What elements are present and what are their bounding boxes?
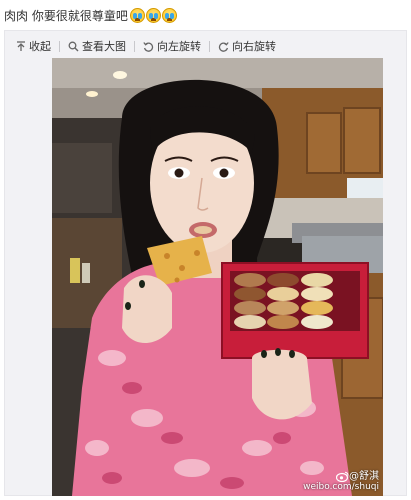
collapse-button[interactable]: 收起 [14,38,53,54]
crying-face-icon [145,7,161,23]
photo-watermark: @舒淇 weibo.com/shuqi [303,471,379,493]
crying-face-icon [161,7,177,23]
image-toolbar: 收起 查看大图 向左旋转 向右旋转 [14,37,278,55]
toolbar-divider [209,40,210,52]
photo-scene [52,58,383,496]
rotate-left-icon [143,41,154,52]
toolbar-divider [134,40,135,52]
emoji-row [129,7,178,23]
watermark-handle: @舒淇 [349,471,379,482]
magnifier-icon [68,41,79,51]
rotate-right-label: 向右旋转 [232,40,276,53]
watermark-url: weibo.com/shuqi [303,482,379,492]
rotate-left-button[interactable]: 向左旋转 [141,38,203,54]
view-large-label: 查看大图 [82,40,126,53]
collapse-icon [17,40,25,51]
post-photo[interactable]: @舒淇 weibo.com/shuqi [52,58,383,496]
rotate-right-icon [218,41,229,52]
weibo-logo-icon [336,471,349,482]
post-text: 肉肉 你要很就很尊童吧 [4,6,178,24]
view-large-button[interactable]: 查看大图 [66,38,128,54]
rotate-left-label: 向左旋转 [157,40,201,53]
post-caption: 肉肉 你要很就很尊童吧 [4,8,128,23]
crying-face-icon [129,7,145,23]
toolbar-divider [59,40,60,52]
rotate-right-button[interactable]: 向右旋转 [216,38,278,54]
media-card: 收起 查看大图 向左旋转 向右旋转 @舒淇 weibo.com/shuqi [4,30,407,496]
collapse-label: 收起 [29,40,51,53]
